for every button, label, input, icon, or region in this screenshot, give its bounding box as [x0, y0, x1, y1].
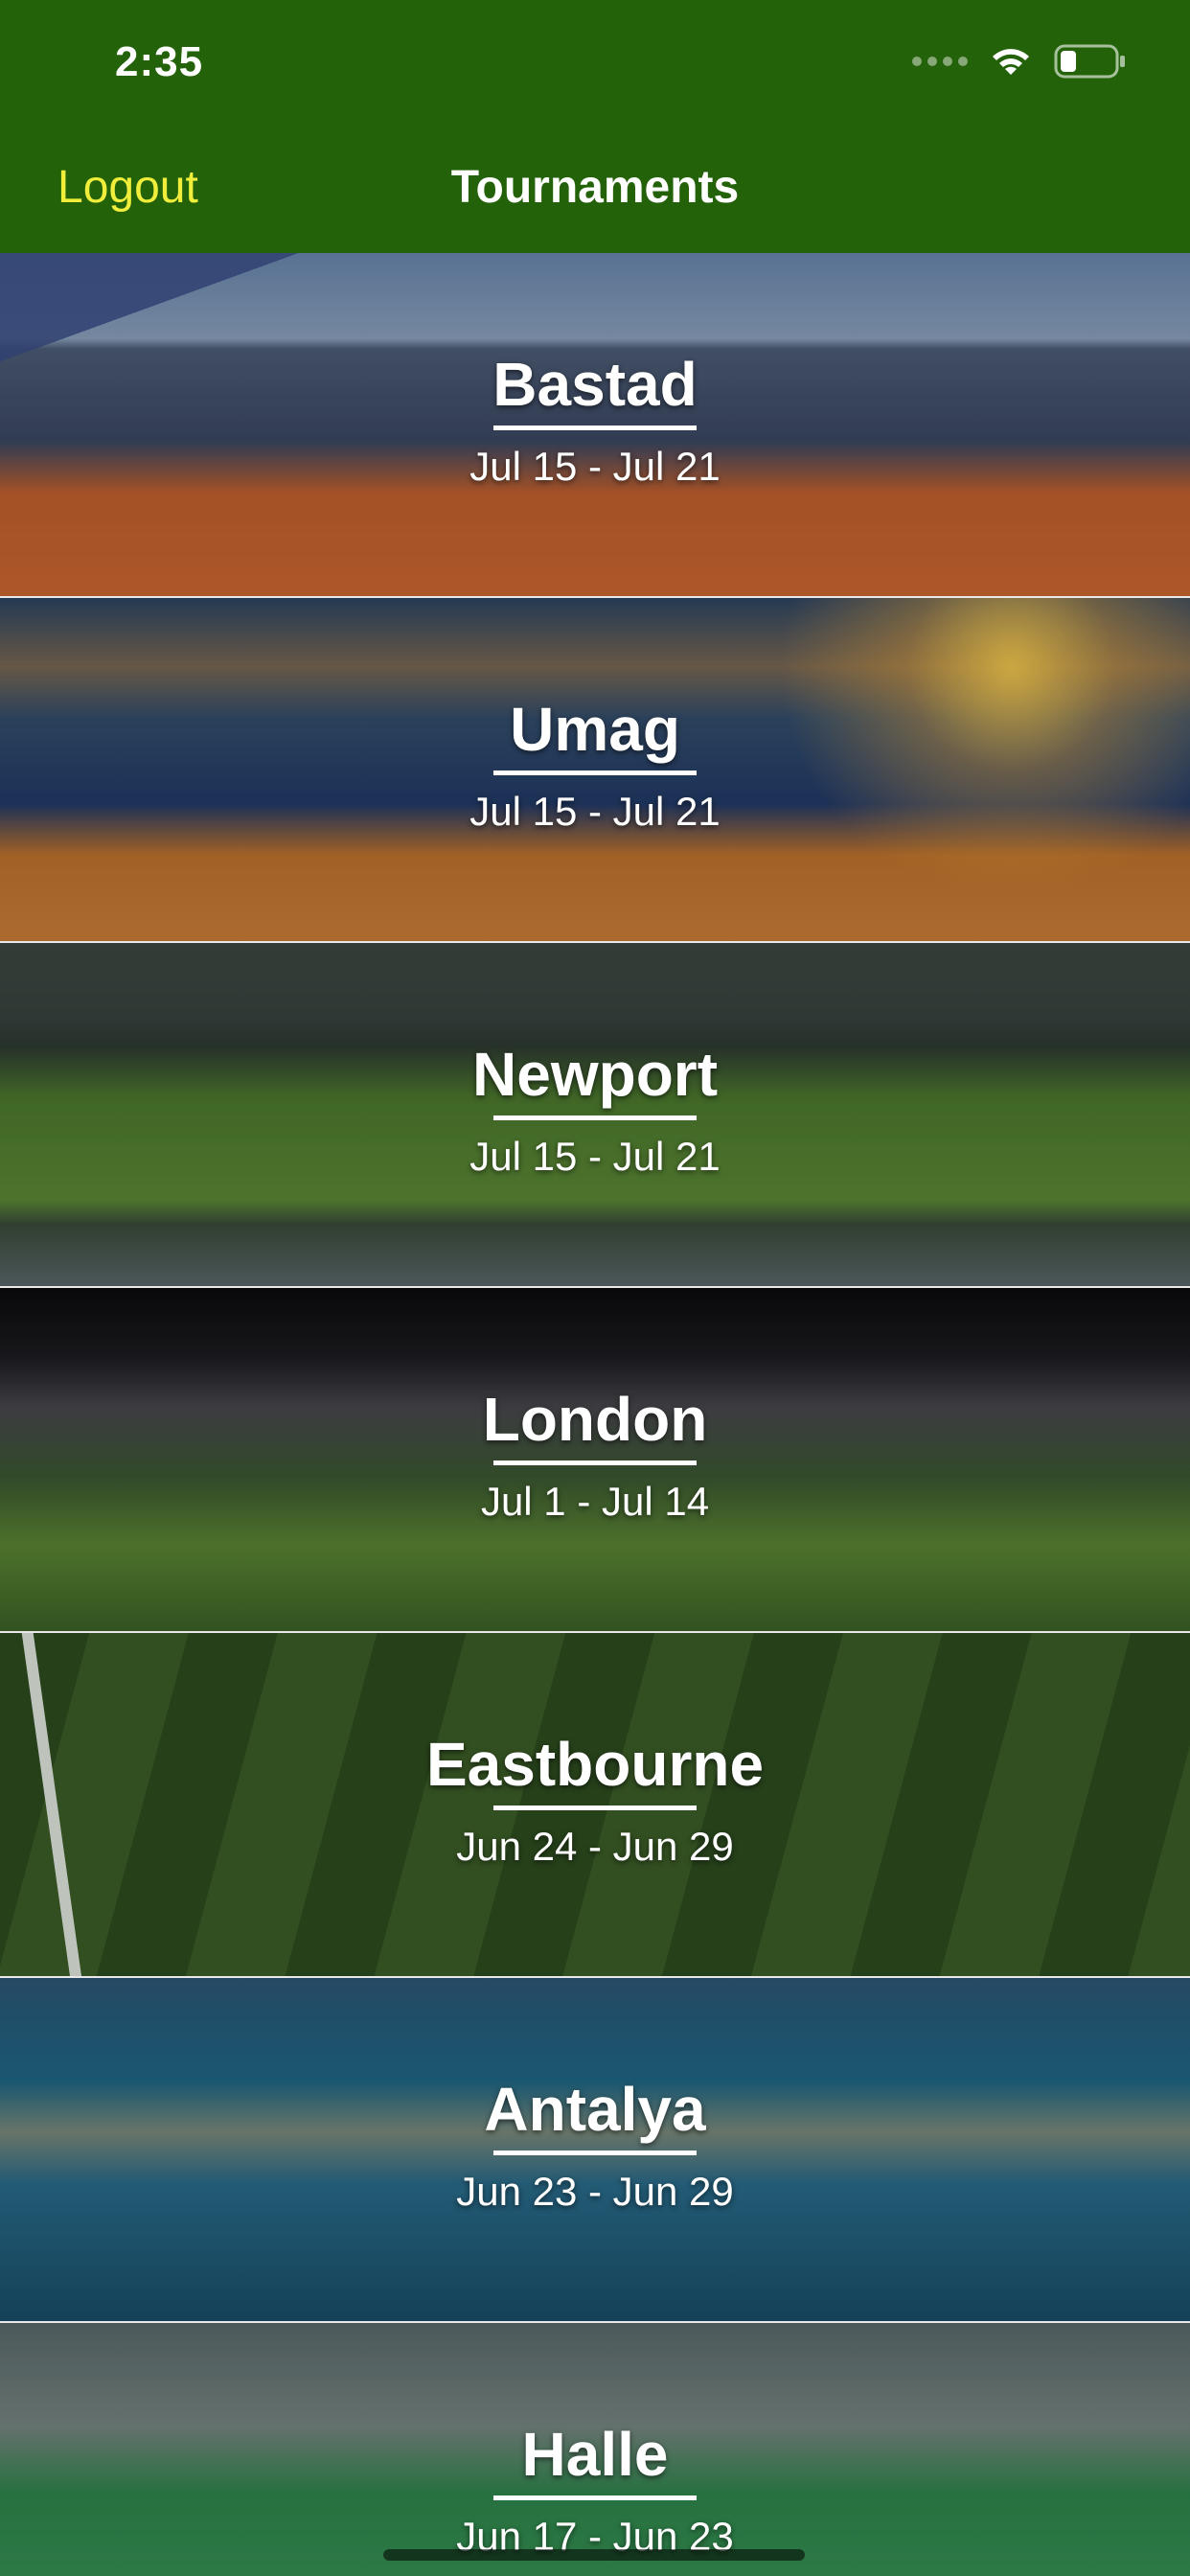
tournament-name: Halle — [521, 2420, 669, 2489]
home-indicator — [383, 2549, 805, 2561]
tournament-card-antalya[interactable]: Antalya Jun 23 - Jun 29 — [0, 1978, 1190, 2323]
tournament-card-halle[interactable]: Halle Jun 17 - Jun 23 — [0, 2323, 1190, 2576]
title-underline — [493, 426, 697, 430]
status-time: 2:35 — [115, 38, 204, 85]
title-underline — [493, 1116, 697, 1120]
tournament-card-london[interactable]: London Jul 1 - Jul 14 — [0, 1288, 1190, 1633]
tournament-dates: Jul 15 - Jul 21 — [469, 789, 721, 834]
tournament-list: Bastad Jul 15 - Jul 21 Umag Jul 15 - Jul… — [0, 253, 1190, 2576]
tournament-card-eastbourne[interactable]: Eastbourne Jun 24 - Jun 29 — [0, 1633, 1190, 1978]
title-underline — [493, 1806, 697, 1810]
tournament-card-newport[interactable]: Newport Jul 15 - Jul 21 — [0, 943, 1190, 1288]
screen: 2:35 Logout Tournaments Bastad Jul 15 - … — [0, 0, 1190, 2576]
tournament-dates: Jun 23 - Jun 29 — [456, 2169, 734, 2214]
status-icons — [912, 42, 1127, 80]
title-underline — [493, 2150, 697, 2155]
title-underline — [493, 2496, 697, 2500]
tournament-dates: Jul 15 - Jul 21 — [469, 1134, 721, 1179]
title-underline — [493, 770, 697, 775]
wifi-icon — [987, 44, 1035, 79]
signal-icon — [912, 57, 968, 66]
tournament-name: Bastad — [492, 350, 698, 419]
page-title: Tournaments — [450, 162, 740, 213]
tournament-dates: Jul 15 - Jul 21 — [469, 444, 721, 489]
tournament-dates: Jun 24 - Jun 29 — [456, 1824, 734, 1869]
tournament-card-bastad[interactable]: Bastad Jul 15 - Jul 21 — [0, 253, 1190, 598]
title-underline — [493, 1460, 697, 1465]
tournament-name: Newport — [472, 1040, 718, 1109]
top-bar: 2:35 Logout Tournaments — [0, 0, 1190, 253]
tournament-dates: Jul 1 - Jul 14 — [480, 1479, 710, 1524]
tournament-name: Antalya — [484, 2075, 706, 2144]
battery-icon — [1054, 43, 1127, 80]
tournament-name: Eastbourne — [425, 1730, 765, 1799]
tournament-card-umag[interactable]: Umag Jul 15 - Jul 21 — [0, 598, 1190, 943]
tournament-name: Umag — [510, 695, 680, 764]
tournament-name: London — [482, 1385, 708, 1454]
